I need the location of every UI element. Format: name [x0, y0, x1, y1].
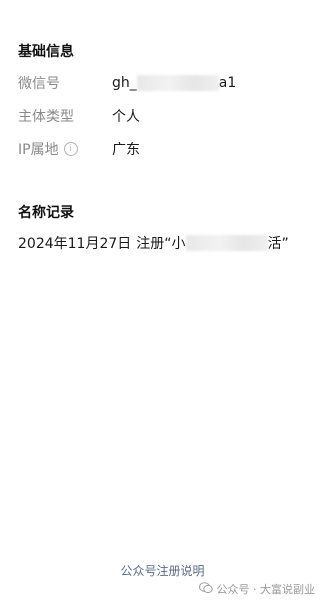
name-record-entry: 2024年11月27日 注册“小 活”: [18, 233, 289, 253]
info-icon[interactable]: i: [63, 142, 78, 156]
wechat-id-label: 微信号: [18, 76, 60, 92]
watermark-text: 公众号 · 大富说副业: [216, 583, 316, 596]
record-action-suffix: 活”: [267, 236, 289, 252]
row-wechat-id: 微信号 gh_ a1: [18, 73, 236, 93]
ip-location-label-group: IP属地 i: [18, 139, 112, 159]
registration-info-link[interactable]: 公众号注册说明: [0, 562, 325, 579]
section-title-name-records: 名称记录: [18, 205, 74, 221]
wechat-id-suffix: a1: [218, 75, 237, 91]
record-date: 2024年11月27日: [18, 236, 132, 252]
row-ip-location: IP属地 i 广东: [18, 139, 140, 159]
entity-type-value: 个人: [112, 109, 140, 125]
ip-location-value: 广东: [112, 142, 140, 158]
record-action-prefix: 注册“小: [136, 236, 186, 252]
wechat-icon: [198, 581, 213, 597]
watermark: 公众号 · 大富说副业: [198, 581, 316, 597]
redacted-area: [185, 235, 268, 251]
section-title-basic-info: 基础信息: [18, 44, 74, 60]
entity-type-label: 主体类型: [18, 109, 74, 125]
redacted-area: [136, 75, 219, 91]
ip-location-label: IP属地: [18, 142, 59, 158]
wechat-id-prefix: gh_: [112, 75, 137, 91]
row-entity-type: 主体类型 个人: [18, 106, 140, 126]
wechat-id-value: gh_ a1: [112, 75, 236, 91]
